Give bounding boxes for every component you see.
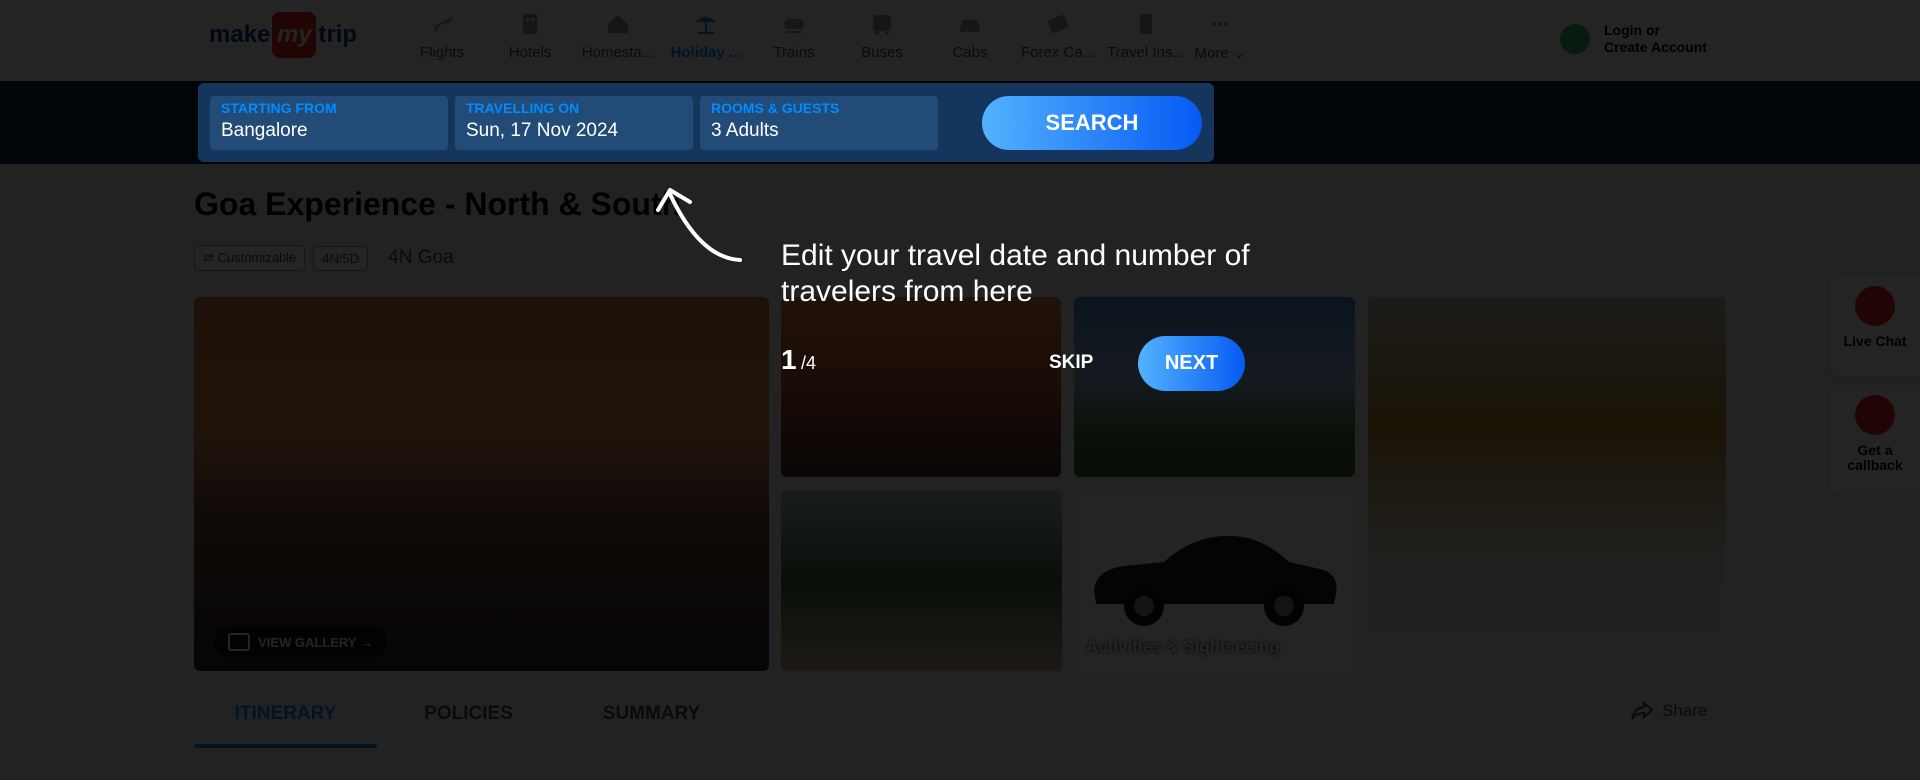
bus-icon bbox=[873, 15, 891, 35]
search-button[interactable]: SEARCH bbox=[982, 96, 1202, 150]
tab-policies[interactable]: POLICIES bbox=[377, 692, 560, 748]
more-label: More bbox=[1194, 45, 1229, 62]
package-title: Goa Experience - North & South bbox=[194, 186, 682, 222]
nav-label: Cabs bbox=[952, 44, 988, 61]
login-line1: Login or bbox=[1604, 22, 1660, 38]
nav-item-forex-card[interactable]: Forex Ca... bbox=[1014, 8, 1102, 70]
logo-text-my: my bbox=[272, 12, 317, 58]
login-line2: Create Account bbox=[1604, 39, 1707, 55]
tour-step-counter: 1 /4 bbox=[781, 344, 816, 376]
property-photos-tile[interactable]: Property photos bbox=[1368, 297, 1726, 671]
nav-label: Holiday ... bbox=[670, 44, 742, 61]
view-gallery-button[interactable]: VIEW GALLERY → bbox=[214, 627, 387, 657]
more-dots-icon bbox=[1212, 22, 1228, 26]
nav-label: Homesta... bbox=[581, 44, 655, 61]
nav-item-holiday-packages[interactable]: Holiday ... bbox=[662, 8, 750, 70]
cab-icon bbox=[960, 20, 980, 32]
activities-caption: Activities & Sightseeing bbox=[1086, 637, 1280, 656]
tour-skip-button[interactable]: SKIP bbox=[1049, 352, 1093, 374]
tour-current-step: 1 bbox=[781, 344, 797, 375]
nav-item-flights[interactable]: Flights bbox=[398, 8, 486, 70]
nav-label: Trains bbox=[773, 44, 815, 61]
tab-summary[interactable]: SUMMARY bbox=[560, 692, 743, 748]
logo-text-make: make bbox=[209, 21, 271, 48]
nav-item-buses[interactable]: Buses bbox=[838, 8, 926, 70]
holiday-icon bbox=[696, 17, 716, 34]
share-button[interactable]: Share bbox=[1630, 701, 1707, 721]
activities-sightseeing-tile[interactable]: Activities & Sightseeing bbox=[1074, 490, 1355, 671]
detail-tabs: ITINERARY POLICIES SUMMARY bbox=[194, 692, 743, 748]
duration-tag: 4N/5D bbox=[313, 245, 369, 271]
nav-item-hotels[interactable]: Hotels bbox=[486, 8, 574, 70]
starting-from-label: STARTING FROM bbox=[221, 100, 337, 116]
top-navigation: make my trip Flights Hotels Homesta... H… bbox=[0, 0, 1920, 81]
travelling-on-value: Sun, 17 Nov 2024 bbox=[466, 120, 619, 141]
hotel-icon bbox=[523, 14, 537, 34]
package-tags: ⇄ Customizable 4N/5D 4N Goa bbox=[194, 245, 454, 271]
destination-summary: 4N Goa bbox=[388, 247, 454, 268]
makemytrip-logo[interactable]: make my trip bbox=[209, 12, 357, 58]
chat-icon bbox=[1855, 286, 1895, 326]
live-chat-button[interactable]: Live Chat bbox=[1830, 276, 1920, 376]
rooms-guests-label: ROOMS & GUESTS bbox=[711, 100, 840, 116]
nav-item-more[interactable]: More ⌄ bbox=[1190, 8, 1250, 70]
rooms-guests-value: 3 Adults bbox=[711, 120, 779, 141]
tour-next-button[interactable]: NEXT bbox=[1138, 336, 1245, 391]
starting-from-value: Bangalore bbox=[221, 120, 308, 141]
gallery-icon bbox=[228, 633, 250, 651]
nav-item-travel-insurance[interactable]: Travel Ins... bbox=[1102, 8, 1190, 70]
shuffle-icon: ⇄ bbox=[203, 250, 214, 265]
login-create-account[interactable]: Login or Create Account bbox=[1560, 22, 1707, 56]
share-label: Share bbox=[1662, 701, 1708, 720]
chevron-down-icon: ⌄ bbox=[1232, 45, 1246, 62]
tour-pointer-arrow-icon bbox=[656, 188, 742, 262]
nav-item-homestays[interactable]: Homesta... bbox=[574, 8, 662, 70]
highlighted-search-widget: STARTING FROM Bangalore TRAVELLING ON Su… bbox=[198, 83, 1214, 162]
nav-label: Hotels bbox=[508, 44, 552, 61]
customizable-label: Customizable bbox=[217, 250, 297, 265]
tour-text-line1: Edit your travel date and number of bbox=[781, 239, 1250, 272]
train-icon bbox=[784, 19, 804, 33]
phone-icon bbox=[1855, 395, 1895, 435]
live-chat-label: Live Chat bbox=[1843, 333, 1907, 349]
nav-label: Buses bbox=[861, 44, 903, 61]
tab-itinerary[interactable]: ITINERARY bbox=[194, 692, 377, 748]
rooms-guests-field[interactable]: ROOMS & GUESTS 3 Adults bbox=[700, 96, 938, 150]
logo-text-trip: trip bbox=[318, 21, 358, 48]
forex-card-icon bbox=[1047, 14, 1069, 34]
travelling-on-field[interactable]: TRAVELLING ON Sun, 17 Nov 2024 bbox=[455, 96, 693, 150]
nav-item-trains[interactable]: Trains bbox=[750, 8, 838, 70]
user-avatar-icon bbox=[1560, 24, 1590, 54]
insurance-icon bbox=[1140, 14, 1152, 34]
customizable-tag: ⇄ Customizable bbox=[194, 245, 306, 271]
gallery-photo-beach[interactable] bbox=[781, 490, 1062, 671]
starting-from-field[interactable]: STARTING FROM Bangalore bbox=[210, 96, 448, 150]
nav-label: Forex Ca... bbox=[1020, 44, 1096, 61]
tour-total-steps: /4 bbox=[801, 353, 817, 373]
property-caption: Property photos bbox=[1380, 637, 1512, 656]
tour-text-line2: travelers from here bbox=[781, 275, 1033, 308]
callback-label-line2: callback bbox=[1847, 457, 1903, 473]
nav-label: Travel Ins... bbox=[1107, 44, 1185, 61]
car-icon bbox=[1094, 535, 1337, 626]
callback-label-line1: Get a bbox=[1857, 442, 1893, 458]
main-gallery-photo[interactable]: VIEW GALLERY → bbox=[194, 297, 769, 671]
nav-label: More ⌄ bbox=[1190, 44, 1250, 62]
tour-tooltip-text: Edit your travel date and number of trav… bbox=[781, 238, 1301, 310]
view-gallery-label: VIEW GALLERY → bbox=[258, 634, 373, 650]
product-nav: Flights Hotels Homesta... Holiday ... Tr… bbox=[398, 8, 1250, 70]
homestay-icon bbox=[608, 15, 628, 33]
callback-button[interactable]: Get a callback bbox=[1830, 385, 1920, 495]
travelling-on-label: TRAVELLING ON bbox=[466, 100, 580, 116]
nav-item-cabs[interactable]: Cabs bbox=[926, 8, 1014, 70]
nav-label: Flights bbox=[419, 44, 465, 61]
gallery-photo-sunset[interactable] bbox=[781, 297, 1061, 477]
share-icon bbox=[1631, 701, 1654, 720]
plane-icon bbox=[431, 16, 453, 32]
